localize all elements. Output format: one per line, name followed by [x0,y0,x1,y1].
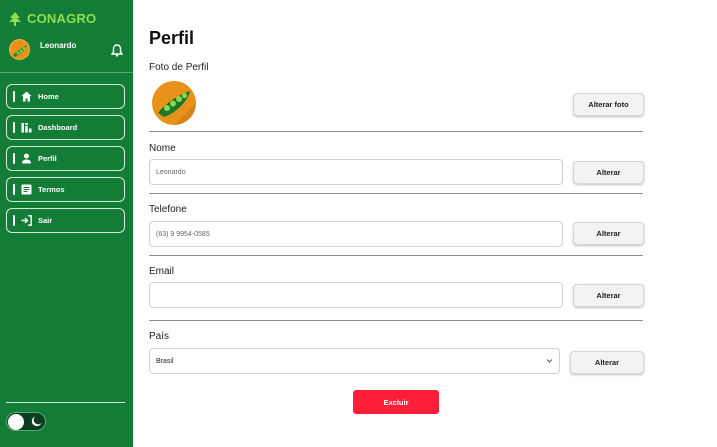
sidebar-item-label: Sair [38,216,53,225]
page-title: Perfil [149,28,195,48]
section-divider [149,193,643,194]
avatar[interactable] [9,39,30,60]
section-divider [149,320,643,321]
profile-avatar [152,81,196,125]
section-divider [149,255,643,256]
logout-icon [21,215,32,226]
phone-field[interactable]: (63) 9 9954-0585 [149,221,563,247]
sidebar-item-label: Termos [38,185,65,194]
sidebar-item-sair[interactable]: Sair [6,208,125,233]
user-info: Leonardo [9,39,76,60]
country-select-value: Brasil [156,357,174,365]
nav-indicator [13,122,15,133]
change-email-button[interactable]: Alterar [573,284,644,307]
phone-label: Telefone [149,204,187,215]
pea-pod-icon [13,45,27,57]
change-phone-button[interactable]: Alterar [573,222,644,245]
brand-logo[interactable]: CONAGRO [9,11,96,26]
username: Leonardo [40,41,77,50]
sidebar-item-dashboard[interactable]: Dashboard [6,115,125,140]
email-label: Email [149,266,175,277]
theme-toggle[interactable] [6,412,46,431]
name-label: Nome [149,143,176,154]
moon-icon [31,416,42,427]
nav-indicator [13,153,15,164]
chevron-down-icon [546,359,553,363]
brand-name: CONAGRO [27,11,97,26]
sidebar-item-home[interactable]: Home [6,84,125,109]
person-icon [22,153,31,164]
nav-indicator [13,215,15,226]
pea-pod-icon [158,91,196,125]
sidebar-item-label: Home [38,92,59,101]
nav-indicator [13,184,15,195]
section-divider [149,131,643,132]
delete-account-button[interactable]: Excluir [353,390,439,414]
sidebar-nav: Home Dashboard Perfil Termos Sair [6,84,125,239]
sidebar-item-label: Dashboard [38,123,78,132]
phone-field-value: (63) 9 9954-0585 [156,230,210,238]
sidebar-item-termos[interactable]: Termos [6,177,125,202]
toggle-knob [8,414,24,430]
photo-label: Foto de Perfil [149,62,209,73]
country-label: País [149,331,170,342]
tree-icon [9,11,21,26]
sidebar-item-perfil[interactable]: Perfil [6,146,125,171]
bell-icon[interactable] [111,44,123,57]
change-photo-button[interactable]: Alterar foto [573,93,644,116]
name-field[interactable]: Leonardo [149,159,563,185]
dashboard-icon [21,123,32,133]
nav-indicator [13,91,15,102]
sidebar-item-label: Perfil [38,154,57,163]
sidebar-divider [0,72,133,73]
document-icon [21,184,32,195]
email-field[interactable] [149,282,563,308]
sidebar: CONAGRO Leonardo Home Dashboard Perfil T… [0,0,133,447]
home-icon [21,91,32,102]
change-name-button[interactable]: Alterar [573,161,644,184]
change-country-button[interactable]: Alterar [570,351,644,374]
sidebar-divider [6,402,125,403]
country-select[interactable]: Brasil [149,348,560,374]
name-field-value: Leonardo [156,168,186,176]
